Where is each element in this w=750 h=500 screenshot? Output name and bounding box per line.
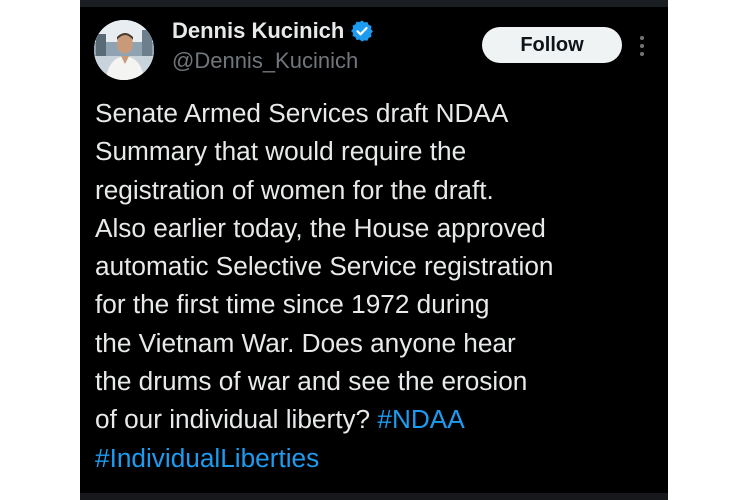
top-divider xyxy=(80,0,668,7)
tweet-line: for the first time since 1972 during xyxy=(95,289,490,320)
tweet-line: Senate Armed Services draft NDAA xyxy=(95,98,509,128)
tweet-line: automatic Selective Service registration xyxy=(95,251,554,282)
tweet-line: Also earlier today, the House approved xyxy=(95,212,546,243)
bottom-divider xyxy=(80,493,668,500)
hashtag-link-ndaa[interactable]: #NDAA xyxy=(377,404,464,434)
avatar-photo xyxy=(94,20,154,80)
avatar[interactable] xyxy=(94,20,154,80)
verified-badge-icon xyxy=(351,20,374,42)
name-row: Dennis Kucinich xyxy=(172,16,374,46)
tweet-line: registration of women for the draft. xyxy=(95,174,494,205)
tweet-line: the Vietnam War. Does anyone hear xyxy=(95,327,516,358)
user-handle[interactable]: @Dennis_Kucinich xyxy=(172,48,358,74)
hashtag-link-individual-liberties[interactable]: #IndividualLiberties xyxy=(95,443,319,473)
tweet-line: Summary that would require the xyxy=(95,136,467,167)
tweet-text: Senate Armed Services draft NDAA Summary… xyxy=(95,94,660,477)
tweet-card: Dennis Kucinich @Dennis_Kucinich Follow … xyxy=(80,0,668,500)
tweet-line-text: of our individual liberty? xyxy=(95,404,378,435)
more-vertical-icon[interactable] xyxy=(634,33,650,59)
tweet-line-with-hashtag: of our individual liberty? #NDAA xyxy=(95,400,660,438)
follow-button[interactable]: Follow xyxy=(482,27,622,63)
display-name[interactable]: Dennis Kucinich xyxy=(172,18,344,44)
tweet-line: the drums of war and see the erosion xyxy=(95,366,528,397)
tweet-line: #IndividualLiberties xyxy=(95,439,660,477)
